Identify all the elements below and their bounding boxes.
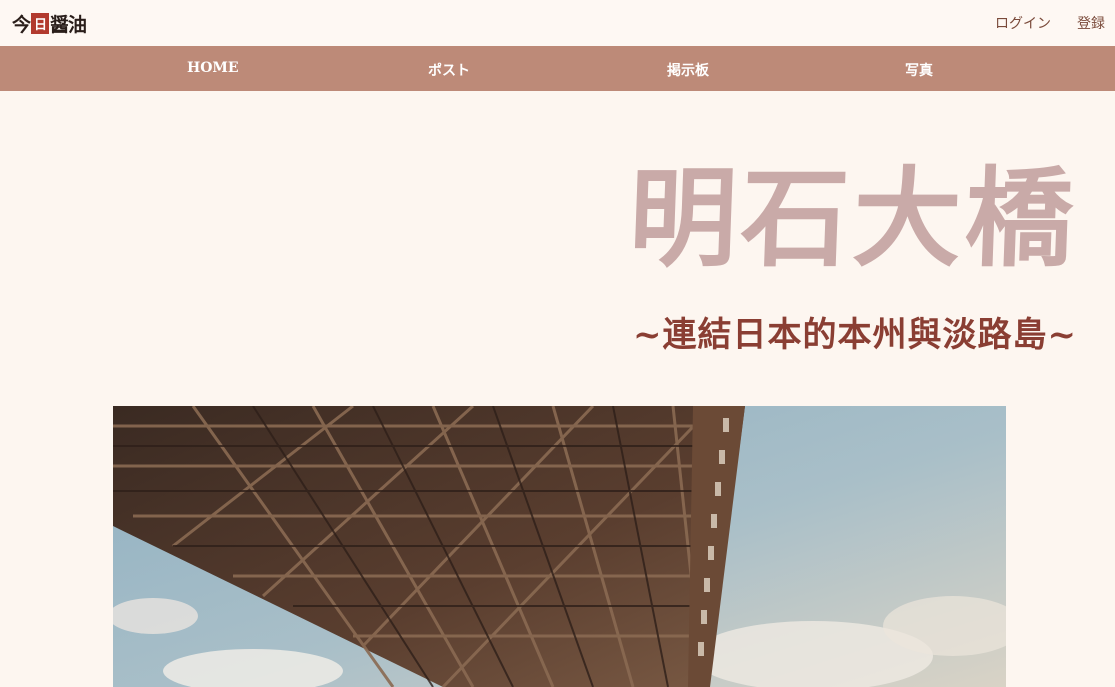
account-links: ログイン 登録 <box>995 13 1105 33</box>
nav-item-posts[interactable]: ポスト <box>428 60 470 80</box>
site-logo[interactable]: 今 日 醤油 <box>12 9 87 37</box>
bridge-photo-image <box>113 406 1006 687</box>
hero-subtitle: ~連結日本的本州與淡路島~ <box>633 315 1077 355</box>
nav-item-board[interactable]: 掲示板 <box>667 60 709 80</box>
logo-text-right: 醤油 <box>50 13 87 36</box>
nav-item-home[interactable]: HOME <box>187 60 239 76</box>
bridge-photo <box>113 406 1006 687</box>
logo-text-left: 今 <box>12 13 31 36</box>
register-link[interactable]: 登録 <box>1077 13 1105 33</box>
logo-text-mid: 日 <box>31 12 50 34</box>
hero-title: 明石大橋 <box>626 156 1080 282</box>
main-nav: HOME ポスト 掲示板 写真 <box>0 46 1115 91</box>
login-link[interactable]: ログイン <box>995 13 1051 33</box>
top-header: 今 日 醤油 ログイン 登録 <box>0 0 1115 46</box>
nav-item-photos[interactable]: 写真 <box>905 60 933 80</box>
